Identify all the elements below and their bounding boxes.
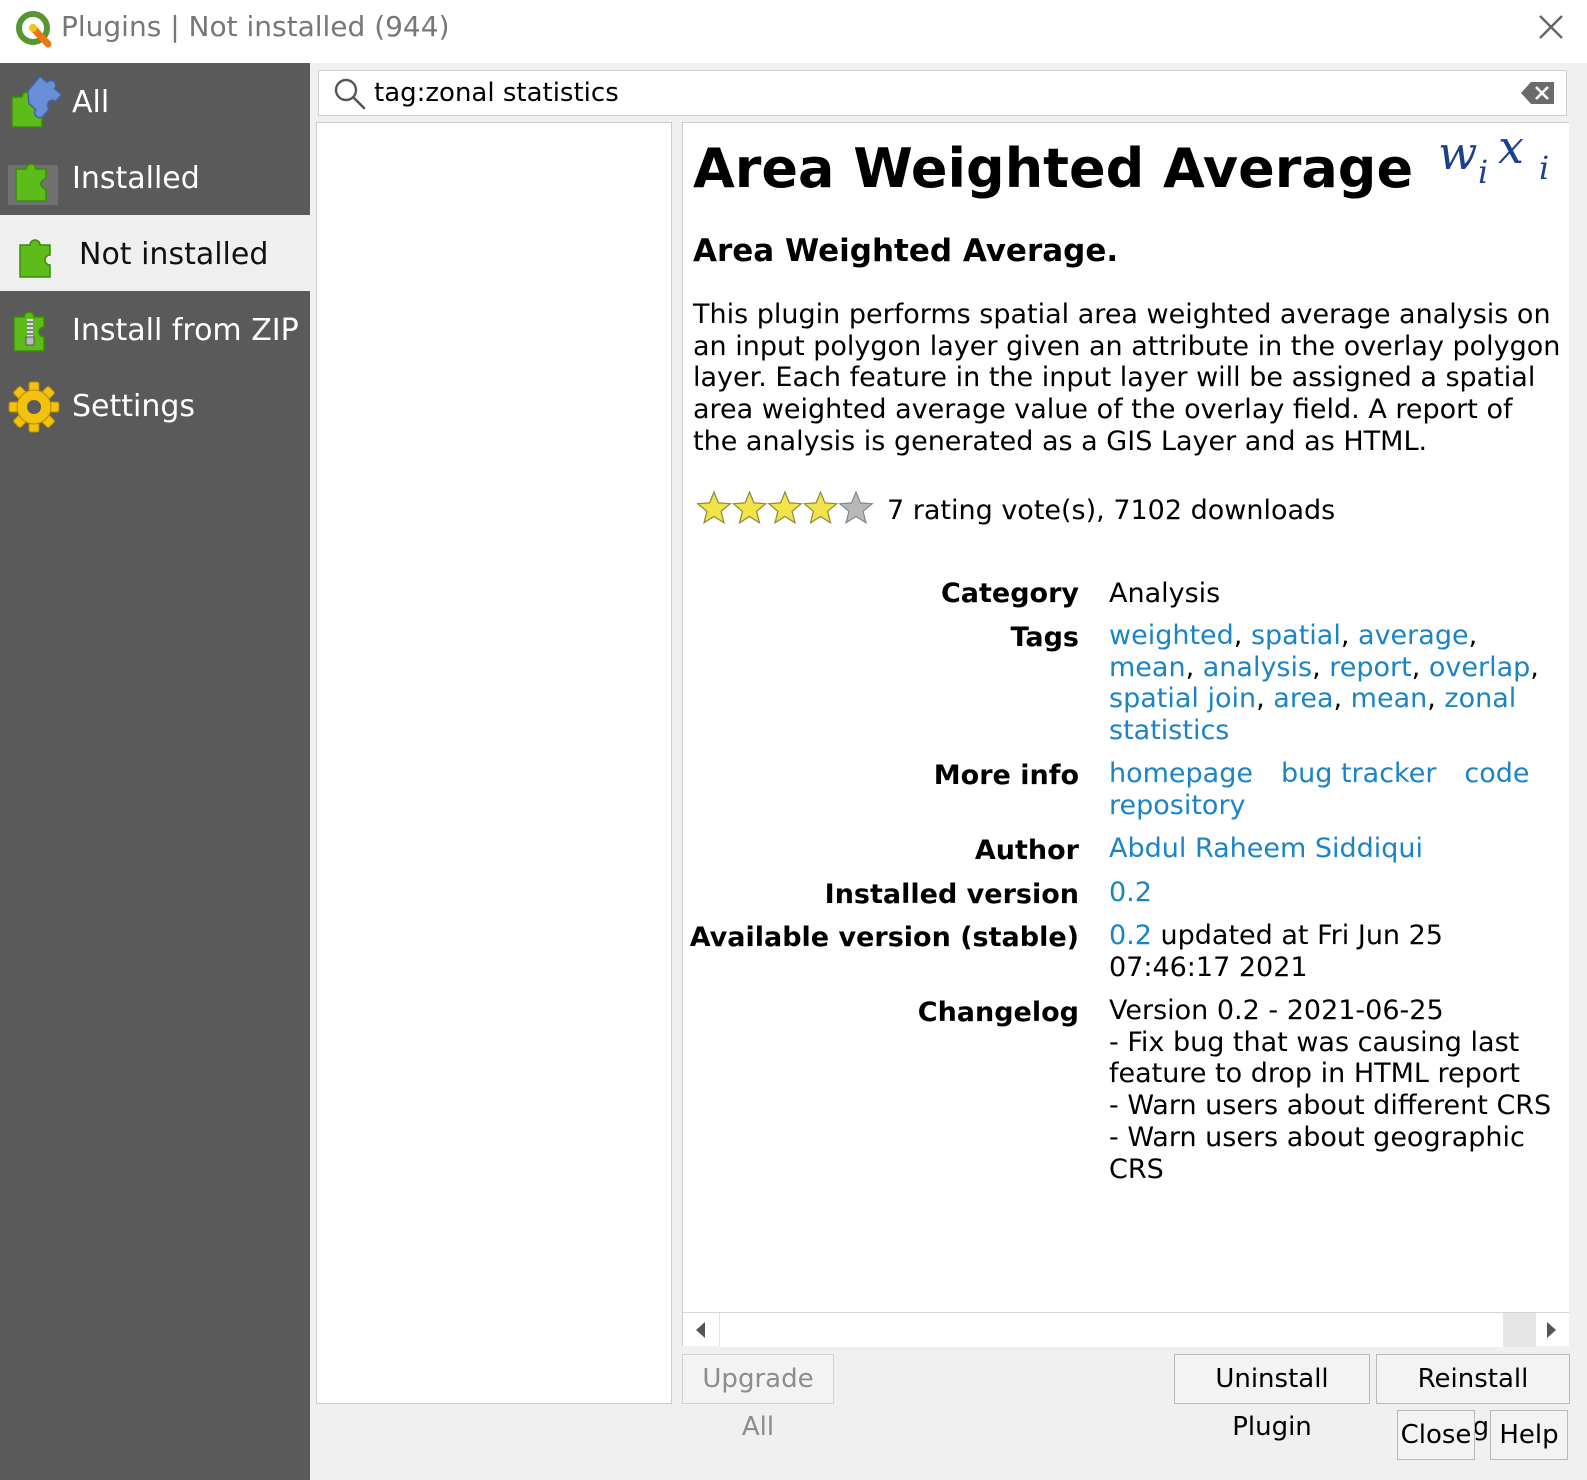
installed-version-value: 0.2 <box>1109 877 1569 909</box>
tag-separator: , <box>1256 683 1274 715</box>
homepage-link[interactable]: homepage <box>1109 758 1253 789</box>
tag-separator: , <box>1333 683 1351 715</box>
sidebar: All Installed Not installed Install from… <box>0 63 310 1480</box>
scroll-right-arrow-icon[interactable] <box>1541 1320 1561 1340</box>
tag-separator: , <box>1530 651 1539 683</box>
tag-separator: , <box>1233 620 1251 651</box>
help-button[interactable]: Help <box>1490 1410 1568 1460</box>
star-filled-icon <box>731 490 768 525</box>
close-window-icon[interactable] <box>1536 12 1566 42</box>
uninstall-plugin-button[interactable]: Uninstall Plugin <box>1174 1354 1370 1442</box>
sidebar-item-not-installed[interactable]: Not installed <box>0 215 310 291</box>
installed-version-link[interactable]: 0.2 <box>1109 877 1152 908</box>
plugin-logo-icon: w i x i <box>1438 123 1549 191</box>
window-title: Plugins | Not installed (944) <box>61 10 450 43</box>
available-version-link[interactable]: 0.2 <box>1109 920 1152 951</box>
sidebar-item-label: All <box>72 85 110 120</box>
available-version-label: Available version (stable) <box>689 922 1079 953</box>
category-label: Category <box>940 578 1079 609</box>
tag-link[interactable]: spatial <box>1251 620 1341 651</box>
tag-separator: , <box>1411 651 1429 683</box>
reinstall-plugin-button[interactable]: Reinstall Plugin <box>1376 1354 1570 1442</box>
tag-separator: , <box>1468 620 1478 651</box>
svg-text:i: i <box>1478 153 1488 191</box>
sidebar-item-installed[interactable]: Installed <box>0 139 310 215</box>
search-input[interactable] <box>374 75 1504 111</box>
tag-link[interactable]: mean <box>1351 683 1428 714</box>
sidebar-item-install-from-zip[interactable]: Install from ZIP <box>0 291 310 367</box>
sidebar-item-label: Not installed <box>79 237 269 272</box>
changelog-label: Changelog <box>917 997 1079 1028</box>
sidebar-item-all[interactable]: All <box>0 63 310 139</box>
author-value: Abdul Raheem Siddiqui <box>1109 833 1569 865</box>
changelog-value: Version 0.2 - 2021-06-25 - Fix bug that … <box>1109 995 1564 1185</box>
author-link[interactable]: Abdul Raheem Siddiqui <box>1109 833 1423 864</box>
svg-text:w: w <box>1438 126 1477 180</box>
category-value: Analysis <box>1109 578 1221 609</box>
more-info-links: homepage bug tracker code repository <box>1109 758 1549 821</box>
plugin-details: Area Weighted Average w i x i Area Weigh… <box>682 122 1569 1312</box>
changelog-line: - Fix bug that was causing last feature … <box>1109 1026 1521 1090</box>
sidebar-item-settings[interactable]: Settings <box>0 367 310 443</box>
changelog-line: - Warn users about different CRS <box>1109 1090 1552 1122</box>
sidebar-item-label: Installed <box>72 161 200 196</box>
sidebar-item-label: Settings <box>72 389 196 424</box>
plugin-list[interactable] <box>316 122 672 1404</box>
rating-stars <box>697 490 874 525</box>
tag-link[interactable]: analysis <box>1203 652 1312 683</box>
search-icon <box>334 78 366 110</box>
tag-link[interactable]: spatial join <box>1109 683 1256 714</box>
qgis-logo-icon <box>16 11 52 48</box>
tag-link[interactable]: average <box>1358 620 1469 651</box>
scrollbar-thumb[interactable] <box>719 1313 1503 1347</box>
clear-search-icon[interactable] <box>1521 81 1555 105</box>
tags-list: weighted, spatial, average, mean, analys… <box>1109 620 1549 747</box>
plugin-title: Area Weighted Average <box>693 137 1414 200</box>
search-bar <box>318 70 1567 116</box>
tag-link[interactable]: overlap <box>1429 652 1530 683</box>
tag-link[interactable]: report <box>1329 652 1411 683</box>
tag-link[interactable]: mean <box>1109 652 1186 683</box>
puzzle-not-installed-icon <box>19 239 51 278</box>
bug-tracker-link[interactable]: bug tracker <box>1281 758 1436 789</box>
star-filled-icon <box>697 490 732 525</box>
plugin-description: This plugin performs spatial area weight… <box>693 299 1561 457</box>
scrollbar-track[interactable] <box>1503 1313 1536 1347</box>
gear-icon <box>8 381 60 433</box>
tag-link[interactable]: weighted <box>1109 620 1234 651</box>
horizontal-scrollbar[interactable] <box>682 1312 1569 1347</box>
scroll-left-arrow-icon[interactable] <box>691 1320 711 1340</box>
svg-text:x: x <box>1498 123 1524 174</box>
puzzle-all-icon <box>11 75 62 128</box>
available-version-value: 0.2 updated at Fri Jun 25 07:46:17 2021 <box>1109 920 1469 983</box>
zip-icon <box>13 311 45 352</box>
changelog-line: Version 0.2 - 2021-06-25 <box>1109 995 1444 1026</box>
plugin-subtitle: Area Weighted Average. <box>693 233 1119 269</box>
author-label: Author <box>974 835 1079 866</box>
rating-text: 7 rating vote(s), 7102 downloads <box>887 495 1336 526</box>
tag-separator: , <box>1312 651 1330 683</box>
star-empty-icon <box>838 490 874 525</box>
sidebar-item-label: Install from ZIP <box>72 313 299 348</box>
tag-separator: , <box>1427 683 1445 715</box>
more-info-label: More info <box>933 760 1079 791</box>
changelog-line: - Warn users about geographic CRS <box>1109 1121 1525 1185</box>
installed-version-label: Installed version <box>824 879 1079 910</box>
star-filled-icon <box>767 490 803 525</box>
star-filled-icon <box>802 490 839 525</box>
tag-link[interactable]: area <box>1273 683 1333 714</box>
tag-separator: , <box>1340 620 1359 651</box>
close-button[interactable]: Close <box>1397 1410 1475 1460</box>
tags-label: Tags <box>1010 622 1079 653</box>
available-version-date: updated at Fri Jun 25 07:46:17 2021 <box>1109 920 1443 983</box>
svg-text:i: i <box>1539 149 1549 187</box>
puzzle-installed-icon <box>8 163 58 205</box>
tag-separator: , <box>1185 651 1203 683</box>
upgrade-all-button[interactable]: Upgrade All <box>682 1354 834 1442</box>
title-bar: Plugins | Not installed (944) <box>0 0 1587 63</box>
